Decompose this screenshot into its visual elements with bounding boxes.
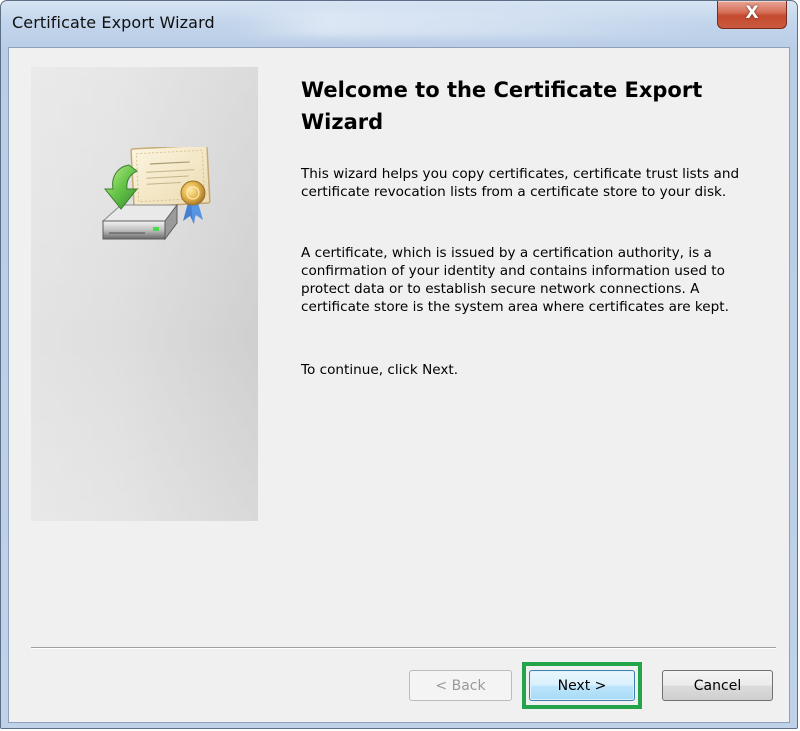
cancel-button[interactable]: Cancel	[662, 670, 773, 701]
certificate-description-paragraph: A certificate, which is issued by a cert…	[301, 245, 729, 315]
close-button[interactable]: X	[717, 1, 787, 29]
intro-paragraph: This wizard helps you copy certificates,…	[301, 166, 740, 200]
wizard-heading: Welcome to the Certificate Export Wizard	[301, 78, 703, 134]
certificate-disk-export-icon	[101, 147, 211, 241]
continue-instruction: To continue, click Next.	[301, 362, 459, 378]
close-icon: X	[745, 3, 759, 23]
wizard-window: Certificate Export Wizard X Welcome to t…	[0, 0, 798, 729]
wizard-side-panel	[31, 67, 258, 521]
next-button[interactable]: Next >	[529, 670, 635, 701]
window-title: Certificate Export Wizard	[12, 13, 215, 32]
wizard-page: Welcome to the Certificate Export Wizard…	[8, 47, 790, 723]
footer-divider	[31, 647, 776, 649]
back-button[interactable]: < Back	[409, 670, 512, 701]
title-bar-glass	[231, 9, 701, 37]
title-bar[interactable]: Certificate Export Wizard X	[1, 1, 797, 47]
